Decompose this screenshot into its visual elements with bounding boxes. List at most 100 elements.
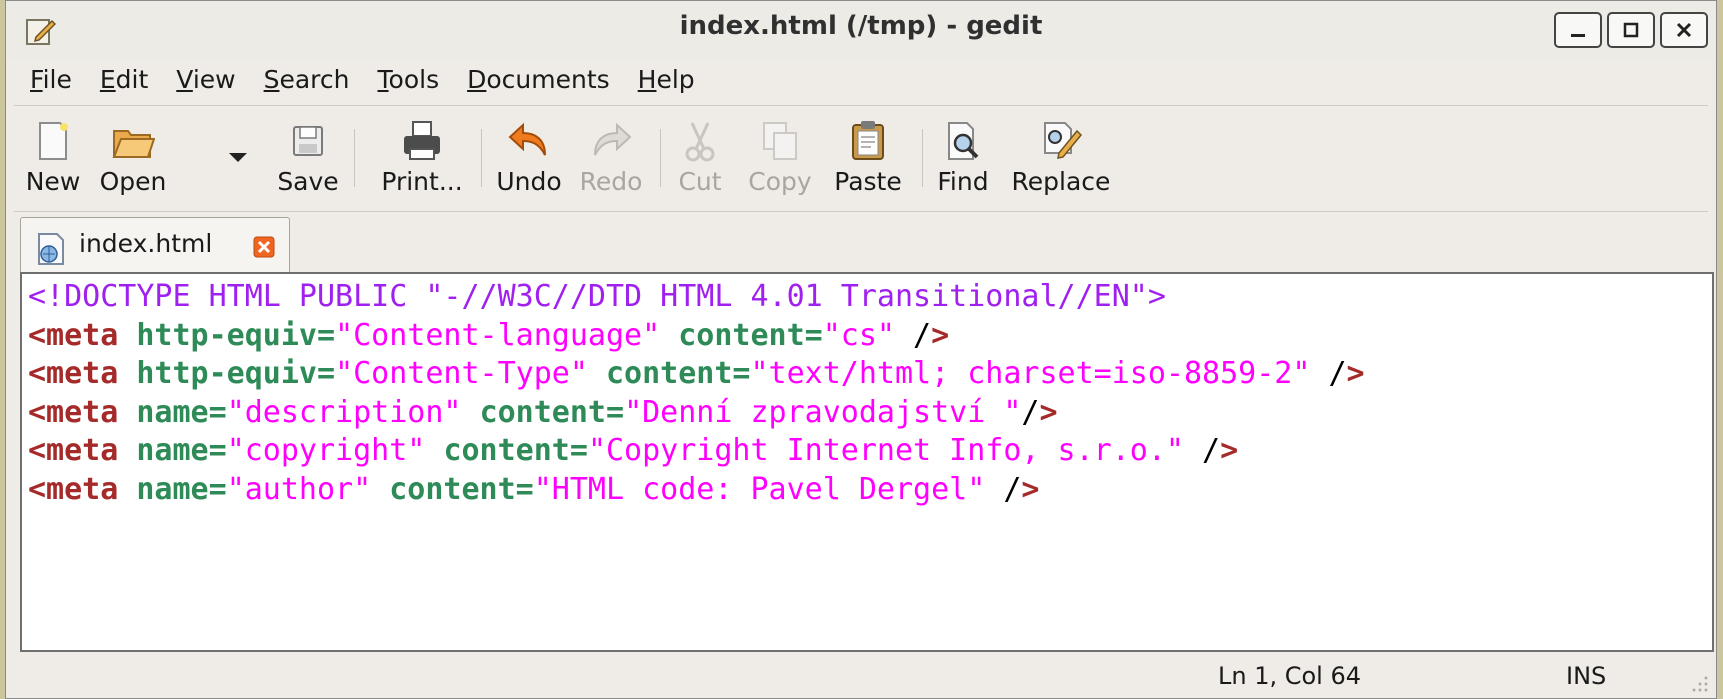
status-bar: Ln 1, Col 64 INS xyxy=(6,652,1716,698)
open-recent-dropdown-arrow-icon[interactable] xyxy=(229,153,247,162)
redo-button[interactable]: Redo xyxy=(574,115,648,205)
punctuation-token xyxy=(118,433,136,468)
cut-button[interactable]: Cut xyxy=(670,115,730,205)
tab-index-html[interactable]: index.html xyxy=(20,217,290,273)
string-token: "Denní zpravodajství " xyxy=(624,394,1022,430)
menu-tools[interactable]: Tools xyxy=(364,61,454,103)
html-document-icon xyxy=(38,233,64,265)
string-token: "HTML code: Pavel Dergel" xyxy=(533,471,986,507)
minimize-icon xyxy=(1571,34,1585,37)
redo-arrow-icon xyxy=(594,122,632,156)
close-icon xyxy=(1676,22,1692,38)
menu-view[interactable]: View xyxy=(162,61,249,103)
menu-file-mnemonic: F xyxy=(30,65,43,94)
string-token: "copyright" xyxy=(226,433,426,468)
menu-search-label: earch xyxy=(279,65,350,94)
copy-button[interactable]: Copy xyxy=(740,115,820,205)
undo-button-label: Undo xyxy=(496,167,562,196)
paste-button[interactable]: Paste xyxy=(826,115,910,205)
copy-icon xyxy=(763,122,797,160)
punctuation-token xyxy=(118,356,136,391)
toolbar-separator xyxy=(660,129,661,187)
doctype-token: <!DOCTYPE HTML PUBLIC "-//W3C//DTD HTML … xyxy=(28,279,1166,314)
punctuation-token xyxy=(588,356,606,391)
text-editor[interactable]: <!DOCTYPE HTML PUBLIC "-//W3C//DTD HTML … xyxy=(20,272,1714,652)
cut-button-label: Cut xyxy=(678,167,722,196)
undo-button[interactable]: Undo xyxy=(490,115,568,205)
find-button-label: Find xyxy=(937,167,989,196)
tab-label: index.html xyxy=(79,229,213,258)
menu-divider xyxy=(14,105,1708,106)
insert-mode-indicator[interactable]: INS xyxy=(1566,662,1606,690)
menu-documents[interactable]: Documents xyxy=(453,61,624,103)
find-button[interactable]: Find xyxy=(932,115,994,205)
attribute-token: content= xyxy=(389,471,534,507)
open-button[interactable]: Open xyxy=(92,115,174,205)
save-button[interactable]: Save xyxy=(270,115,346,205)
menu-help-label: elp xyxy=(656,65,695,94)
tag-token: > xyxy=(1220,433,1239,468)
menu-file[interactable]: File xyxy=(16,61,86,103)
find-magnifier-icon xyxy=(948,122,979,160)
tag-token: <meta xyxy=(28,433,119,468)
punctuation-token xyxy=(371,472,389,507)
redo-button-label: Redo xyxy=(579,167,643,196)
punctuation-token: / xyxy=(894,317,932,353)
string-token: "description" xyxy=(226,394,462,430)
clipboard-paste-icon xyxy=(852,121,884,160)
punctuation-token: / xyxy=(1310,356,1347,391)
code-line[interactable]: <meta name="author" content="HTML code: … xyxy=(28,471,1712,510)
code-line[interactable]: <meta http-equiv="Content-language" cont… xyxy=(28,317,1712,356)
title-bar[interactable]: index.html (/tmp) - gedit xyxy=(6,1,1716,59)
replace-button-label: Replace xyxy=(1011,167,1111,196)
punctuation-token: / xyxy=(1021,394,1040,430)
close-button[interactable] xyxy=(1660,12,1708,48)
punctuation-token: / xyxy=(985,471,1022,507)
code-content[interactable]: <!DOCTYPE HTML PUBLIC "-//W3C//DTD HTML … xyxy=(22,274,1712,509)
punctuation-token xyxy=(660,318,678,353)
minimize-button[interactable] xyxy=(1554,12,1602,48)
code-line[interactable]: <!DOCTYPE HTML PUBLIC "-//W3C//DTD HTML … xyxy=(28,278,1712,317)
attribute-token: name= xyxy=(136,433,227,468)
menu-edit-mnemonic: E xyxy=(99,65,116,94)
maximize-icon xyxy=(1623,22,1639,38)
tag-token: > xyxy=(1346,356,1365,391)
tag-token: > xyxy=(931,317,950,353)
print-button[interactable]: Print... xyxy=(365,115,479,205)
resize-grip-icon[interactable] xyxy=(1688,672,1710,694)
open-button-label: Open xyxy=(99,167,167,196)
punctuation-token xyxy=(425,433,443,468)
paste-button-label: Paste xyxy=(834,167,902,196)
attribute-token: content= xyxy=(479,394,625,430)
punctuation-token xyxy=(462,395,480,430)
new-button-label: New xyxy=(25,167,81,196)
menu-tools-mnemonic: T xyxy=(377,65,389,94)
attribute-token: http-equiv= xyxy=(136,356,336,391)
menu-help[interactable]: Help xyxy=(624,61,709,103)
menu-documents-label: ocuments xyxy=(486,65,610,94)
string-token: "author" xyxy=(226,471,372,507)
menu-search-mnemonic: S xyxy=(263,65,280,94)
print-button-label: Print... xyxy=(381,167,463,196)
code-line[interactable]: <meta name="description" content="Denní … xyxy=(28,394,1712,433)
code-line[interactable]: <meta http-equiv="Content-Type" content=… xyxy=(28,355,1712,394)
undo-arrow-icon xyxy=(508,122,546,156)
menu-edit[interactable]: Edit xyxy=(86,61,162,103)
punctuation-token xyxy=(118,395,136,430)
copy-button-label: Copy xyxy=(748,167,812,196)
replace-button[interactable]: Replace xyxy=(1006,115,1116,205)
menu-search[interactable]: Search xyxy=(250,61,364,103)
window-title: index.html (/tmp) - gedit xyxy=(679,11,1043,41)
maximize-button[interactable] xyxy=(1607,12,1655,48)
menu-view-label: iew xyxy=(192,65,236,94)
window-controls xyxy=(1554,12,1708,48)
menu-view-mnemonic: V xyxy=(176,65,193,94)
replace-icon xyxy=(1044,122,1083,159)
toolbar-separator xyxy=(354,129,355,187)
punctuation-token: / xyxy=(1183,433,1221,468)
code-line[interactable]: <meta name="copyright" content="Copyrigh… xyxy=(28,432,1712,471)
tab-close-icon[interactable] xyxy=(253,236,275,258)
attribute-token: http-equiv= xyxy=(136,317,336,353)
tag-token: > xyxy=(1039,394,1058,430)
new-button[interactable]: New xyxy=(20,115,86,205)
